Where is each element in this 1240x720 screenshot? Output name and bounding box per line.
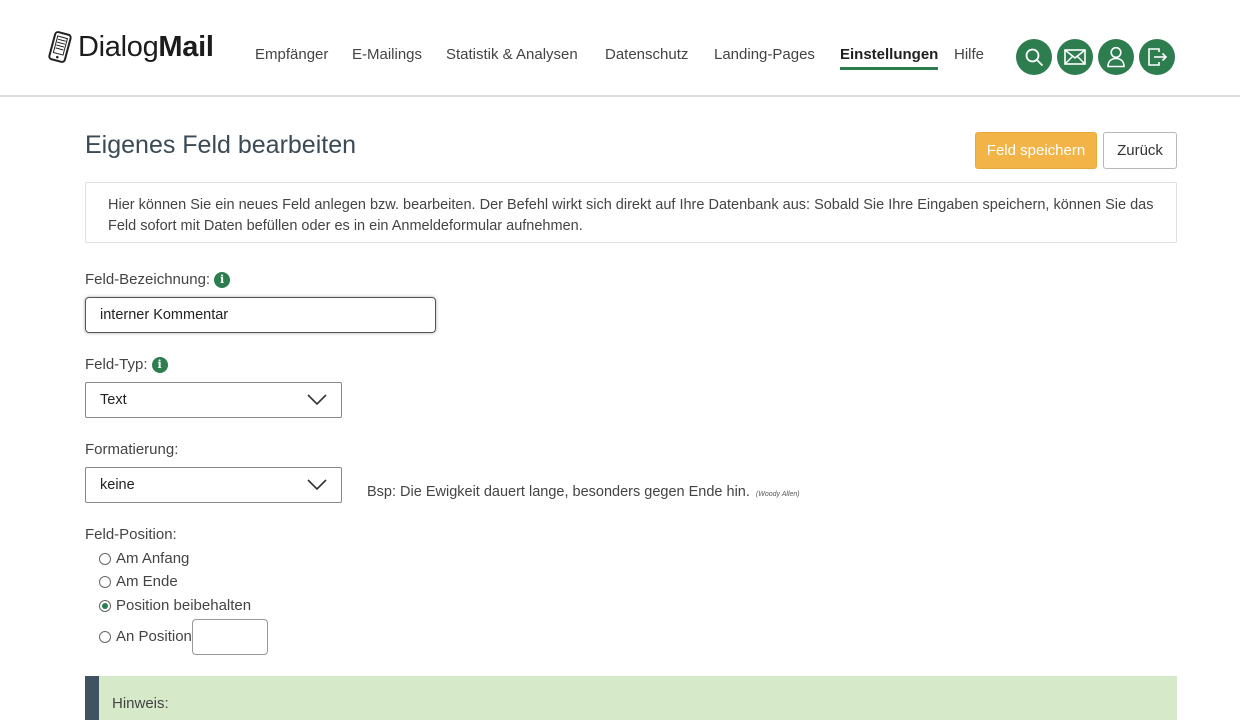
radio-label: Am Anfang [116,550,190,567]
radio-button-checked[interactable] [99,599,111,612]
field-name-value: interner Kommentar [100,307,229,323]
field-type-label-text: Feld-Typ: [85,356,148,373]
nav-item-empfaenger[interactable]: Empfänger [255,46,328,63]
chevron-down-icon [307,479,327,491]
brand-name-light: Dialog [78,30,159,63]
position-label-text: Feld-Position: [85,526,177,543]
format-value: keine [100,477,135,493]
user-icon [1107,46,1125,68]
radio-position-beibehalten[interactable]: Position beibehalten [99,597,251,614]
search-icon [1025,48,1043,66]
nav-item-landing-pages[interactable]: Landing-Pages [714,46,815,63]
format-select[interactable]: keine [85,467,342,503]
position-label: Feld-Position: [85,526,177,543]
top-header: DialogMail Empfänger E-Mailings Statisti… [0,0,1240,97]
field-type-value: Text [100,392,127,408]
radio-label: An Position [116,628,192,645]
info-icon[interactable]: i [151,356,168,373]
logout-button[interactable] [1139,39,1175,75]
info-icon[interactable]: i [214,271,231,288]
radio-button[interactable] [99,575,111,588]
page-title: Eigenes Feld bearbeiten [85,131,357,159]
radio-button[interactable] [99,552,111,565]
format-label-text: Formatierung: [85,441,179,458]
format-example: Bsp: Die Ewigkeit dauert lange, besonder… [367,484,800,500]
nav-item-datenschutz[interactable]: Datenschutz [605,46,688,63]
nav-item-e-mailings[interactable]: E-Mailings [352,46,422,63]
format-label: Formatierung: [85,441,178,458]
radio-label: Position beibehalten [116,597,252,614]
logout-icon [1148,48,1168,66]
user-button[interactable] [1098,39,1134,75]
nav-item-einstellungen-label: Einstellungen [840,46,939,63]
nav-item-einstellungen[interactable]: Einstellungen [840,46,939,70]
brand-name-bold: Mail [158,30,214,63]
back-button[interactable]: Zurück [1103,132,1177,169]
mail-icon [1064,49,1086,65]
field-name-label: Feld-Bezeichnung: i [85,271,231,288]
active-tab-indicator [840,67,939,70]
chevron-down-icon [307,394,327,406]
radio-button[interactable] [99,630,111,643]
info-box: Hier können Sie ein neues Feld anlegen b… [85,182,1177,243]
format-example-source: (Woody Allen) [755,491,800,498]
radio-an-position[interactable]: An Position [99,628,192,645]
save-field-button[interactable]: Feld speichern [975,132,1097,169]
field-name-label-text: Feld-Bezeichnung: [85,271,211,288]
phone-logo-icon [48,31,72,63]
radio-am-anfang[interactable]: Am Anfang [99,550,189,567]
nav-item-hilfe[interactable]: Hilfe [954,46,984,63]
dialogmail-logo[interactable]: DialogMail [46,30,214,64]
field-type-select[interactable]: Text [85,382,342,418]
mail-button[interactable] [1057,39,1093,75]
field-type-label: Feld-Typ: i [85,356,168,373]
radio-am-ende[interactable]: Am Ende [99,573,178,590]
field-name-input[interactable]: interner Kommentar [85,297,436,333]
search-button[interactable] [1016,39,1052,75]
brand-name: DialogMail [78,30,214,63]
hint-title: Hinweis: [112,695,169,712]
radio-label: Am Ende [116,573,178,590]
nav-item-statistik[interactable]: Statistik & Analysen [446,46,578,63]
position-number-input[interactable] [192,619,268,655]
hint-box: Hinweis: [85,676,1177,720]
format-example-text: Bsp: Die Ewigkeit dauert lange, besonder… [367,484,750,500]
